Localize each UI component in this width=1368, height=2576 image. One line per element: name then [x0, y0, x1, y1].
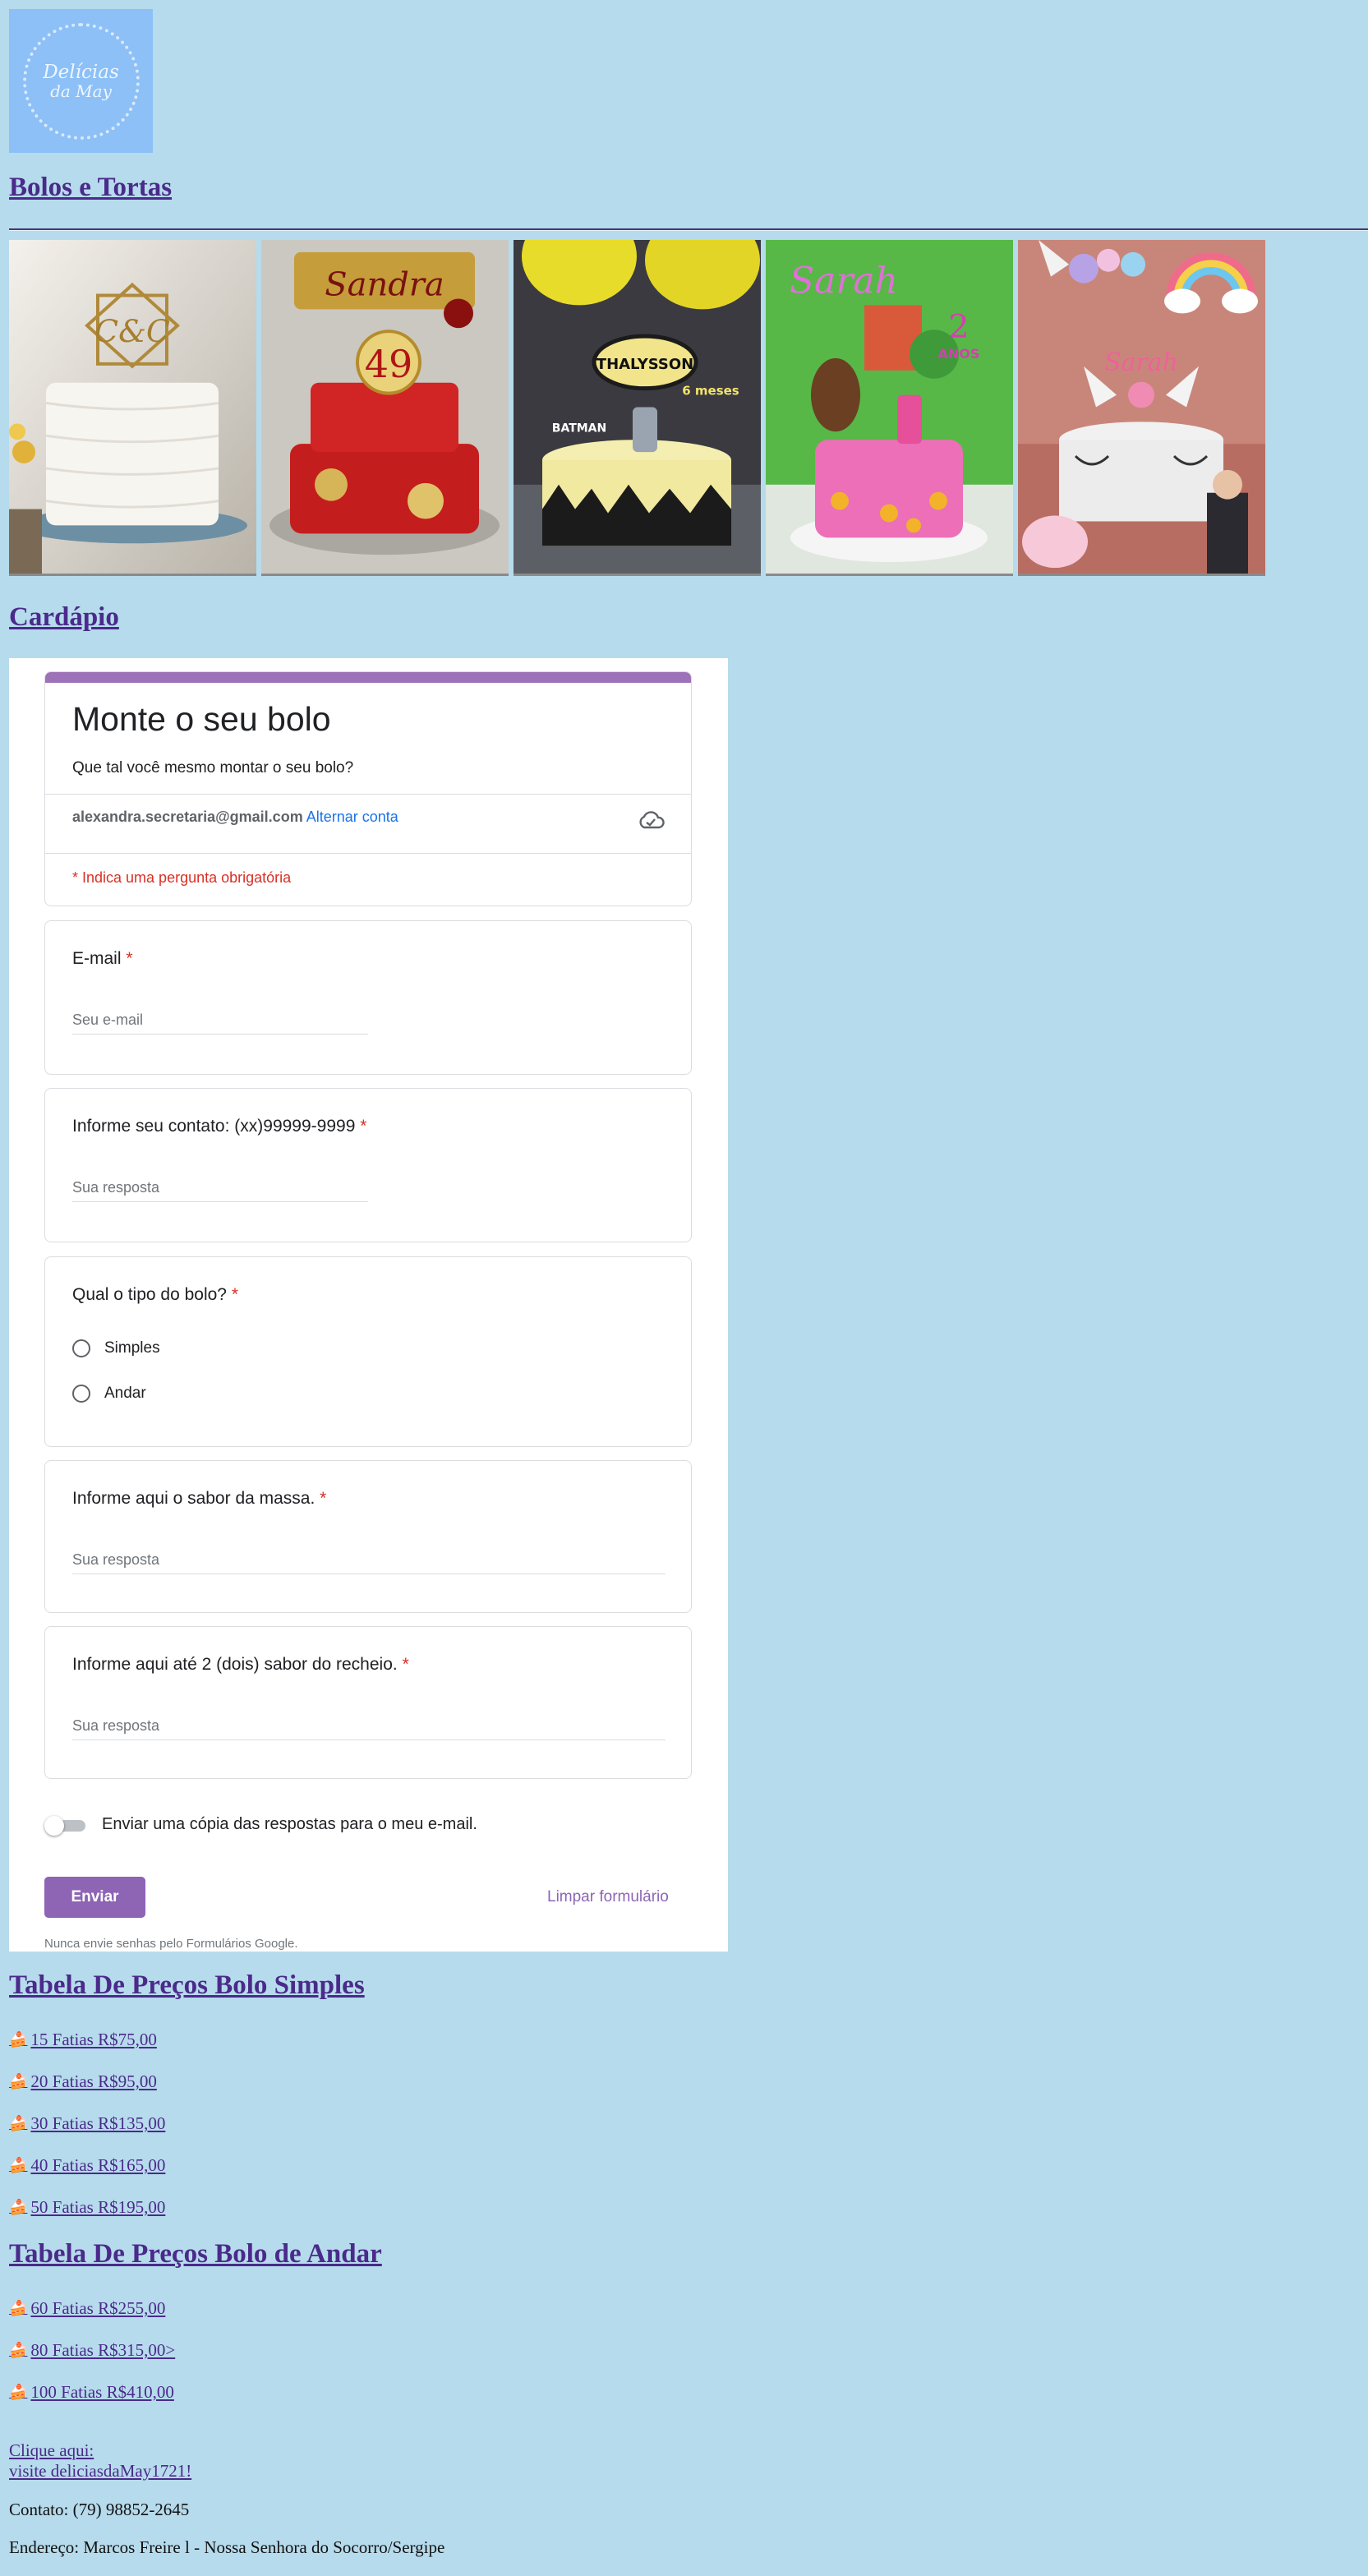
price-item[interactable]: 🍰 100 Fatias R$410,00	[9, 2382, 174, 2403]
cake-icon: 🍰	[9, 2199, 28, 2215]
radio-option-simples[interactable]: Simples	[72, 1339, 160, 1357]
cake4-topper-number: 2	[948, 308, 969, 346]
cake-icon: 🍰	[9, 2031, 28, 2048]
cake-icon: 🍰	[9, 2073, 28, 2090]
cake-icon: 🍰	[9, 2384, 28, 2400]
click-here-link[interactable]: Clique aqui:	[9, 2440, 94, 2461]
visit-instagram-link[interactable]: visite deliciasdaMay1721!	[9, 2461, 191, 2482]
radio-circle-icon[interactable]	[72, 1339, 90, 1357]
divider	[9, 228, 1368, 231]
contact-field[interactable]: Sua resposta	[72, 1179, 368, 1202]
embedded-form: Monte o seu bolo Que tal você mesmo mont…	[9, 658, 728, 1952]
price-item[interactable]: 🍰 30 Fatias R$135,00	[9, 2113, 165, 2134]
cake-icon: 🍰	[9, 2157, 28, 2173]
cake2-topper-name: Sandra	[325, 266, 444, 304]
price-item[interactable]: 🍰 50 Fatias R$195,00	[9, 2197, 165, 2218]
switch-account-link[interactable]: Alternar conta	[306, 809, 398, 825]
cake-icon: 🍰	[9, 2342, 28, 2358]
cake-photo-3[interactable]: THALYSSON 6 meses BATMAN	[514, 240, 761, 576]
question-label: Informe aqui o sabor da massa. *	[72, 1489, 327, 1508]
cake4-topper-name: Sarah	[790, 260, 898, 302]
cake3-topper-age: 6 meses	[682, 384, 739, 399]
required-note: * Indica uma pergunta obrigatória	[72, 869, 292, 886]
radio-option-andar[interactable]: Andar	[72, 1385, 146, 1403]
address-text: Endereço: Marcos Freire l - Nossa Senhor…	[9, 2537, 445, 2557]
account-row: alexandra.secretaria@gmail.com Alternar …	[72, 809, 398, 826]
clear-form-button[interactable]: Limpar formulário	[547, 1888, 669, 1906]
simple-price-title[interactable]: Tabela De Preços Bolo Simples	[9, 1970, 365, 2001]
price-item[interactable]: 🍰 15 Fatias R$75,00	[9, 2030, 157, 2050]
cake-photo-2[interactable]: Sandra 49	[261, 240, 509, 576]
cake3-topper-name: THALYSSON	[596, 356, 693, 373]
form-divider-2	[45, 853, 691, 854]
copy-responses-toggle[interactable]	[44, 1815, 87, 1836]
copy-responses-label: Enviar uma cópia das respostas para o me…	[102, 1815, 477, 1833]
question-label: Informe aqui até 2 (dois) sabor do reche…	[72, 1655, 409, 1674]
tier-price-title[interactable]: Tabela De Preços Bolo de Andar	[9, 2239, 382, 2270]
cake4-topper-label: ANOS	[938, 346, 980, 362]
logo[interactable]: Delícias da May	[9, 9, 153, 153]
cake-photo-5[interactable]: Sarah	[1018, 240, 1265, 576]
question-dough-flavor: Informe aqui o sabor da massa. * Sua res…	[44, 1460, 692, 1613]
cake1-topper: C&C	[94, 313, 170, 349]
question-email: E-mail * Seu e-mail	[44, 920, 692, 1075]
email-field[interactable]: Seu e-mail	[72, 1012, 368, 1035]
price-item[interactable]: 🍰 60 Fatias R$255,00	[9, 2298, 165, 2319]
submit-button[interactable]: Enviar	[44, 1877, 145, 1918]
form-title: Monte o seu bolo	[72, 700, 331, 738]
form-header-card: Monte o seu bolo Que tal você mesmo mont…	[44, 671, 692, 906]
question-contact: Informe seu contato: (xx)99999-9999 * Su…	[44, 1088, 692, 1242]
question-cake-type: Qual o tipo do bolo? * Simples Andar	[44, 1256, 692, 1447]
filling-flavor-field[interactable]: Sua resposta	[72, 1717, 666, 1740]
copy-responses-toggle-row: Enviar uma cópia das respostas para o me…	[44, 1815, 477, 1836]
cake5-topper-name: Sarah	[1104, 348, 1178, 377]
cake3-topper-hero: BATMAN	[552, 422, 606, 435]
contact-text: Contato: (79) 98852-2645	[9, 2500, 190, 2519]
cake-photo-4[interactable]: Sarah 2 ANOS	[766, 240, 1013, 576]
cardapio-link[interactable]: Cardápio	[9, 602, 119, 633]
account-email: alexandra.secretaria@gmail.com	[72, 809, 303, 825]
form-divider	[45, 794, 691, 795]
logo-text-line1: Delícias	[43, 61, 119, 83]
question-label: Qual o tipo do bolo? *	[72, 1285, 239, 1304]
cake-icon: 🍰	[9, 2300, 28, 2316]
cake-photo-1[interactable]: C&C	[9, 240, 256, 576]
price-item[interactable]: 🍰 40 Fatias R$165,00	[9, 2155, 165, 2176]
question-label: E-mail *	[72, 949, 133, 968]
cake2-topper-number: 49	[365, 342, 413, 386]
never-send-passwords-note: Nunca envie senhas pelo Formulários Goog…	[44, 1937, 298, 1951]
form-accent-bar	[45, 672, 691, 683]
logo-text-line2: da May	[50, 81, 112, 101]
cloud-saved-icon	[639, 811, 665, 829]
logo-wreath: Delícias da May	[22, 22, 140, 140]
question-label: Informe seu contato: (xx)99999-9999 *	[72, 1117, 367, 1136]
price-item[interactable]: 🍰 20 Fatias R$95,00	[9, 2071, 157, 2092]
price-item[interactable]: 🍰 80 Fatias R$315,00>	[9, 2340, 175, 2361]
cake-icon: 🍰	[9, 2115, 28, 2131]
dough-flavor-field[interactable]: Sua resposta	[72, 1551, 666, 1574]
form-description: Que tal você mesmo montar o seu bolo?	[72, 759, 354, 776]
bolos-tortas-link[interactable]: Bolos e Tortas	[9, 173, 172, 203]
cake-gallery: C&C Sandra 49 THALYSSON 6 meses BATMAN S…	[9, 240, 1265, 576]
radio-circle-icon[interactable]	[72, 1385, 90, 1403]
question-filling-flavor: Informe aqui até 2 (dois) sabor do reche…	[44, 1626, 692, 1779]
